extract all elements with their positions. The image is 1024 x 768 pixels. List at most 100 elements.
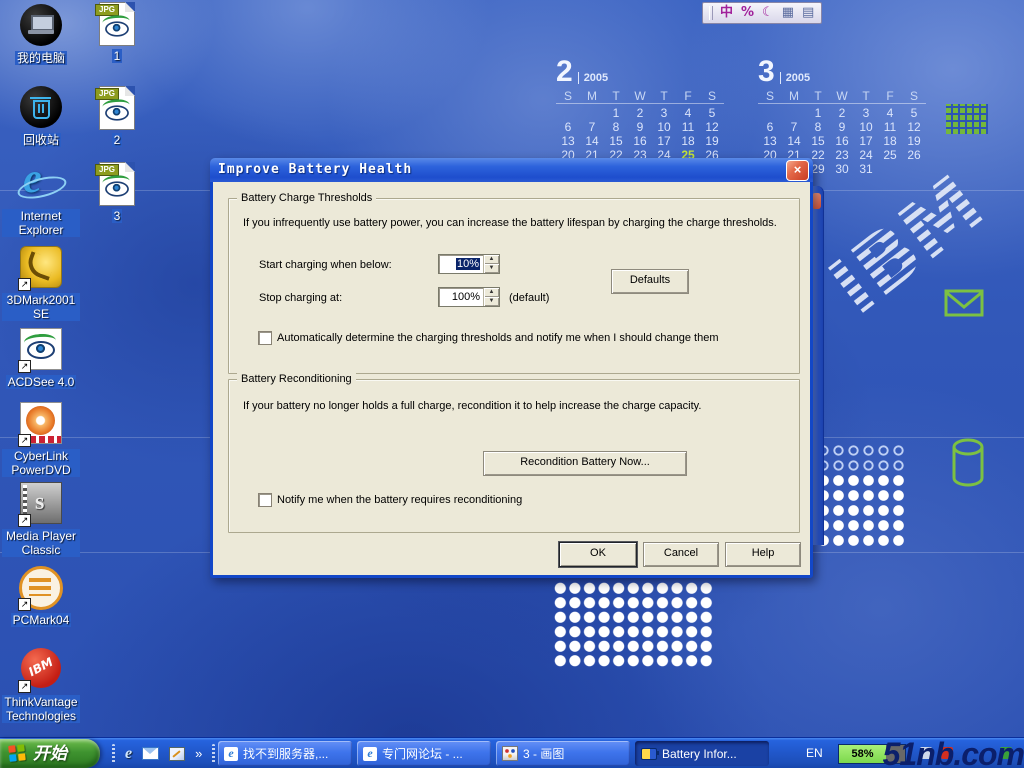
taskbar-task[interactable]: 找不到服务器,...	[218, 741, 352, 766]
calendar-day	[878, 162, 902, 176]
start-charging-spinner[interactable]: 10% ▲▼	[438, 254, 500, 274]
desktop-icon-acdsee[interactable]: ↗ ACDSee 4.0	[2, 328, 80, 391]
outlook-express-icon[interactable]	[142, 747, 159, 760]
watermark: 51nb.com	[883, 737, 1024, 768]
start-charging-value[interactable]: 10%	[456, 258, 480, 270]
icon-label: PCMark04	[11, 613, 72, 627]
windows-flag-icon	[8, 744, 27, 763]
calendar-day: 18	[676, 134, 700, 148]
calendar-day: 3	[652, 106, 676, 120]
calendar-day	[782, 106, 806, 120]
icon-label: ACDSee 4.0	[6, 375, 77, 389]
calendar-day: 6	[758, 120, 782, 134]
desktop: IBM 22005 SMTWTFS12345678910111213141516…	[0, 0, 1024, 768]
shortcut-arrow-icon: ↗	[18, 680, 31, 693]
quick-launch-chevron-icon[interactable]: »	[195, 746, 202, 761]
desktop-icon-pcmark04[interactable]: ↗ PCMark04	[2, 566, 80, 629]
calendar-day: 2	[628, 106, 652, 120]
dialog-titlebar[interactable]: Improve Battery Health ×	[210, 158, 813, 182]
calendar-day-header: T	[604, 89, 628, 104]
calendar-day: 15	[604, 134, 628, 148]
language-bar[interactable]: 中% ☾ ▦ ▤	[702, 2, 822, 24]
ok-button[interactable]: OK	[559, 542, 637, 567]
calendar-day: 12	[902, 120, 926, 134]
task-area: 找不到服务器,... 专门网论坛 - ...3 - 画图Battery Infor…	[218, 738, 793, 768]
calendar-day: 13	[758, 134, 782, 148]
ime-fullwidth-icon[interactable]: %	[741, 6, 754, 20]
calendar-day: 19	[902, 134, 926, 148]
icon-label: 2	[112, 133, 123, 147]
calendar-day: 14	[580, 134, 604, 148]
defaults-button[interactable]: Defaults	[611, 269, 689, 294]
mail-icon	[944, 289, 984, 317]
ime-punctuation-icon[interactable]: ☾	[762, 6, 774, 20]
quick-launch-handle[interactable]	[112, 744, 115, 764]
jpg-file-icon: JPG	[99, 86, 135, 130]
notify-recondition-checkbox-label: Notify me when the battery requires reco…	[277, 494, 787, 506]
start-label: 开始	[33, 745, 67, 763]
spin-down-icon[interactable]: ▼	[484, 264, 499, 273]
language-bar-grip[interactable]	[709, 6, 713, 20]
calendar-day-header: T	[652, 89, 676, 104]
desktop-icon-jpg-2[interactable]: JPG 2	[86, 86, 148, 149]
taskband-handle[interactable]	[212, 744, 215, 764]
taskbar-task-label: 找不到服务器,...	[243, 745, 328, 762]
shortcut-arrow-icon: ↗	[18, 278, 31, 291]
calendar-day: 5	[700, 106, 724, 120]
start-button[interactable]: 开始	[0, 739, 100, 768]
ime-menu-icon[interactable]: ▤	[802, 6, 814, 20]
spin-up-icon[interactable]: ▲	[484, 255, 499, 264]
calendar-day-header: S	[556, 89, 580, 104]
ie-quicklaunch-icon[interactable]: e	[125, 746, 132, 762]
quick-launch: e »	[106, 738, 221, 768]
calendar-day-header: T	[806, 89, 830, 104]
desktop-icon-thinkvantage[interactable]: ↗ ThinkVantage Technologies	[2, 648, 80, 725]
calendar-day: 31	[854, 162, 878, 176]
cancel-button[interactable]: Cancel	[643, 542, 719, 567]
desktop-icon-recycle-bin[interactable]: 回收站	[2, 86, 80, 149]
calendar-day-header: W	[628, 89, 652, 104]
recondition-battery-button[interactable]: Recondition Battery Now...	[483, 451, 687, 476]
calendar-day: 13	[556, 134, 580, 148]
calendar-year: 2005	[578, 72, 608, 84]
calendar-day: 12	[700, 120, 724, 134]
calendar-day: 30	[830, 162, 854, 176]
desktop-icon-3dmark2001[interactable]: ↗ 3DMark2001 SE	[2, 246, 80, 323]
calendar-day-header: F	[676, 89, 700, 104]
desktop-icon-powerdvd[interactable]: ↗ CyberLink PowerDVD	[2, 402, 80, 479]
help-button[interactable]: Help	[725, 542, 801, 567]
auto-determine-checkbox[interactable]	[258, 331, 272, 345]
stop-charging-spinner[interactable]: 100% ▲▼	[438, 287, 500, 307]
desktop-icon-jpg-1[interactable]: JPG 1	[86, 2, 148, 65]
icon-label: 3DMark2001 SE	[2, 293, 80, 321]
stop-charging-value[interactable]: 100%	[439, 288, 483, 306]
icon-label: ThinkVantage Technologies	[2, 695, 80, 723]
calendar-day: 23	[830, 148, 854, 162]
calendar-day-header: F	[878, 89, 902, 104]
spin-up-icon[interactable]: ▲	[484, 288, 499, 297]
desktop-icon-media-player-classic[interactable]: ↗ Media Player Classic	[2, 482, 80, 559]
taskbar-task[interactable]: 3 - 画图	[496, 741, 630, 766]
desktop-icon-jpg-3[interactable]: JPG 3	[86, 162, 148, 225]
ie-icon	[224, 747, 238, 761]
show-desktop-icon[interactable]	[169, 747, 185, 761]
close-button[interactable]: ×	[786, 160, 809, 181]
calendar-day: 17	[854, 134, 878, 148]
calendar-day	[580, 106, 604, 120]
calendar-day: 9	[830, 120, 854, 134]
calendar-day: 8	[806, 120, 830, 134]
taskbar-task[interactable]: 专门网论坛 - ...	[357, 741, 491, 766]
calendar-day-header: S	[758, 89, 782, 104]
ibm-logo: IBM	[814, 151, 1017, 341]
spin-down-icon[interactable]: ▼	[484, 297, 499, 306]
taskbar-task[interactable]: Battery Infor...	[635, 741, 769, 766]
desktop-icon-my-computer[interactable]: 我的电脑	[2, 4, 80, 67]
desktop-icon-internet-explorer[interactable]: e Internet Explorer	[2, 162, 80, 239]
soft-keyboard-icon[interactable]: ▦	[782, 6, 794, 20]
jpg-badge: JPG	[95, 4, 119, 16]
language-indicator[interactable]: EN	[806, 746, 823, 760]
notify-recondition-checkbox[interactable]	[258, 493, 272, 507]
my-computer-icon	[20, 4, 62, 46]
calendar-day-header: S	[902, 89, 926, 104]
ime-chinese-icon[interactable]: 中	[720, 6, 733, 20]
